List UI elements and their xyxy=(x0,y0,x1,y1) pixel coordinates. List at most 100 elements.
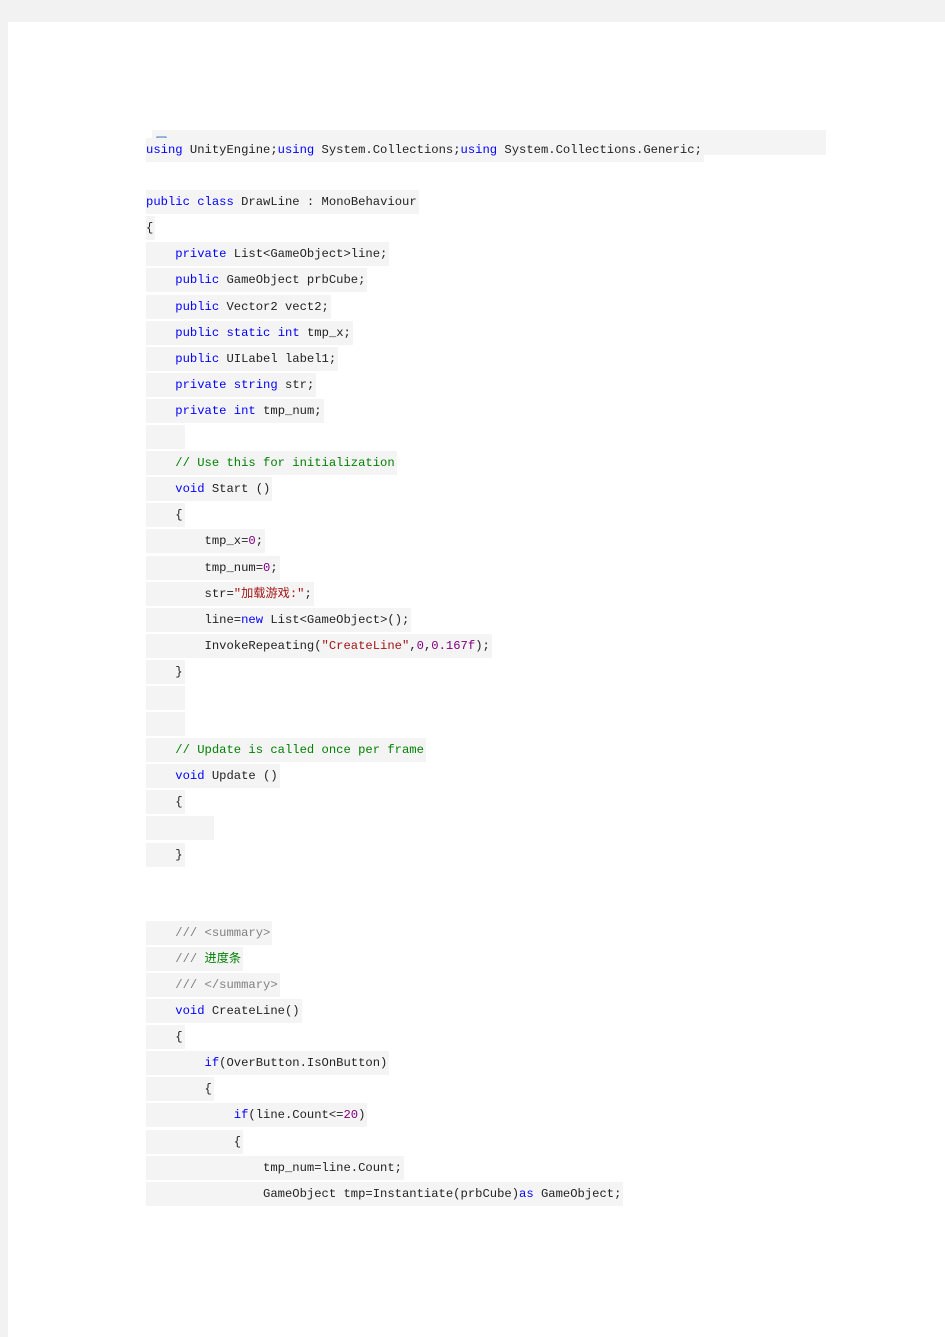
code-line-content: tmp_num=line.Count; xyxy=(146,1155,404,1180)
keyword: static xyxy=(226,325,271,340)
code-text: tmp_x; xyxy=(299,325,351,340)
code-line: GameObject tmp=Instantiate(prbCube)as Ga… xyxy=(146,1181,704,1207)
number-literal: 20 xyxy=(343,1108,359,1123)
keyword: int xyxy=(277,325,300,340)
code-text: ; xyxy=(270,560,278,575)
code-line: void CreateLine() xyxy=(146,998,704,1024)
code-line: private string str; xyxy=(146,372,704,398)
code-line-content: void Update () xyxy=(146,764,280,789)
code-text: Vector2 vect2; xyxy=(219,299,329,314)
code-line-content: private List<GameObject>line; xyxy=(146,242,390,267)
code-line: { xyxy=(146,215,704,241)
keyword: void xyxy=(175,1004,205,1019)
keyword: public xyxy=(175,299,220,314)
code-line-content: /// <summary> xyxy=(146,920,273,945)
code-line: tmp_num=0; xyxy=(146,555,704,581)
code-line-content: public Vector2 vect2; xyxy=(146,294,331,319)
code-line-content: } xyxy=(146,659,185,684)
code-line-content: { xyxy=(146,1077,214,1102)
keyword: as xyxy=(519,1186,534,1201)
string-literal: "CreateLine" xyxy=(321,638,410,653)
code-line xyxy=(146,711,704,737)
code-line-content: void CreateLine() xyxy=(146,999,302,1024)
code-line: public class DrawLine : MonoBehaviour xyxy=(146,189,704,215)
code-line-content: public class DrawLine : MonoBehaviour xyxy=(146,190,419,215)
code-line: public UILabel label1; xyxy=(146,346,704,372)
code-line xyxy=(146,868,704,894)
code-text: tmp_num= xyxy=(204,560,264,575)
code-line-content: private int tmp_num; xyxy=(146,398,324,423)
code-line-content: { xyxy=(146,503,185,528)
code-text: str; xyxy=(277,377,315,392)
code-text: { xyxy=(204,1082,212,1097)
doc-comment: /// </summary> xyxy=(175,978,278,992)
code-text: List<GameObject>(); xyxy=(263,612,410,627)
code-line-content: line=new List<GameObject>(); xyxy=(146,607,412,632)
code-line: if(line.Count<=20) xyxy=(146,1102,704,1128)
code-line-content: if(OverButton.IsOnButton) xyxy=(146,1051,390,1076)
code-line-content: { xyxy=(146,216,156,241)
keyword: private xyxy=(175,377,227,392)
keyword: public xyxy=(175,351,220,366)
code-text: Start () xyxy=(204,482,271,497)
code-line-content: GameObject tmp=Instantiate(prbCube)as Ga… xyxy=(146,1181,624,1206)
keyword: using xyxy=(146,143,183,157)
code-text: CreateLine() xyxy=(204,1004,300,1019)
keyword: class xyxy=(197,195,234,210)
code-line-content: { xyxy=(146,1025,185,1050)
code-text: ) xyxy=(358,1108,366,1123)
keyword: public xyxy=(175,325,220,340)
doc-comment: /// <summary> xyxy=(175,925,271,940)
code-line: private List<GameObject>line; xyxy=(146,241,704,267)
code-text: } xyxy=(175,847,183,862)
code-text: UILabel label1; xyxy=(219,351,337,366)
code-line-content: public UILabel label1; xyxy=(146,346,339,371)
code-text: ); xyxy=(475,638,490,653)
code-text: ; xyxy=(304,586,312,601)
code-text: System.Collections; xyxy=(314,143,461,157)
code-line: public Vector2 vect2; xyxy=(146,294,704,320)
code-line-content: // Update is called once per frame xyxy=(146,738,426,763)
code-line: InvokeRepeating("CreateLine",0,0.167f); xyxy=(146,633,704,659)
code-line: using UnityEngine;using System.Collectio… xyxy=(146,137,704,163)
code-line-content xyxy=(146,163,148,187)
doc-comment: /// xyxy=(175,951,205,966)
code-text: { xyxy=(146,221,154,236)
code-line: tmp_num=line.Count; xyxy=(146,1155,704,1181)
code-text: System.Collections.Generic; xyxy=(497,143,702,157)
code-line-content: void Start () xyxy=(146,477,273,502)
code-text: List<GameObject>line; xyxy=(226,247,388,262)
code-line: /// </summary> xyxy=(146,972,704,998)
keyword: private xyxy=(175,247,227,262)
code-line xyxy=(146,163,704,189)
code-text: { xyxy=(175,1030,183,1045)
code-text: str= xyxy=(204,586,234,601)
number-literal: 0.167f xyxy=(431,638,476,653)
code-line xyxy=(146,424,704,450)
keyword: if xyxy=(204,1056,220,1071)
code-line: str="加载游戏:"; xyxy=(146,581,704,607)
code-line xyxy=(146,685,704,711)
code-block: using UnityEngine;using System.Collectio… xyxy=(146,137,704,1207)
keyword: void xyxy=(175,769,205,784)
keyword: void xyxy=(175,482,205,497)
code-line: public GameObject prbCube; xyxy=(146,267,704,293)
code-line: /// 进度条 xyxy=(146,946,704,972)
keyword: if xyxy=(233,1108,249,1123)
code-text: { xyxy=(233,1134,242,1149)
code-text: { xyxy=(175,508,183,523)
code-line-content: private string str; xyxy=(146,372,317,397)
code-text: tmp_num=line.Count; xyxy=(263,1160,402,1175)
code-line-content: { xyxy=(146,790,185,815)
code-text: GameObject tmp=Instantiate(prbCube) xyxy=(263,1186,520,1201)
code-line-content xyxy=(146,712,185,737)
code-line: { xyxy=(146,502,704,528)
code-text: { xyxy=(175,795,183,810)
keyword: private xyxy=(175,403,227,418)
code-text: DrawLine : MonoBehaviour xyxy=(233,195,417,210)
code-line: // Use this for initialization xyxy=(146,450,704,476)
code-line-content: InvokeRepeating("CreateLine",0,0.167f); xyxy=(146,633,492,658)
code-line-content xyxy=(146,868,148,892)
